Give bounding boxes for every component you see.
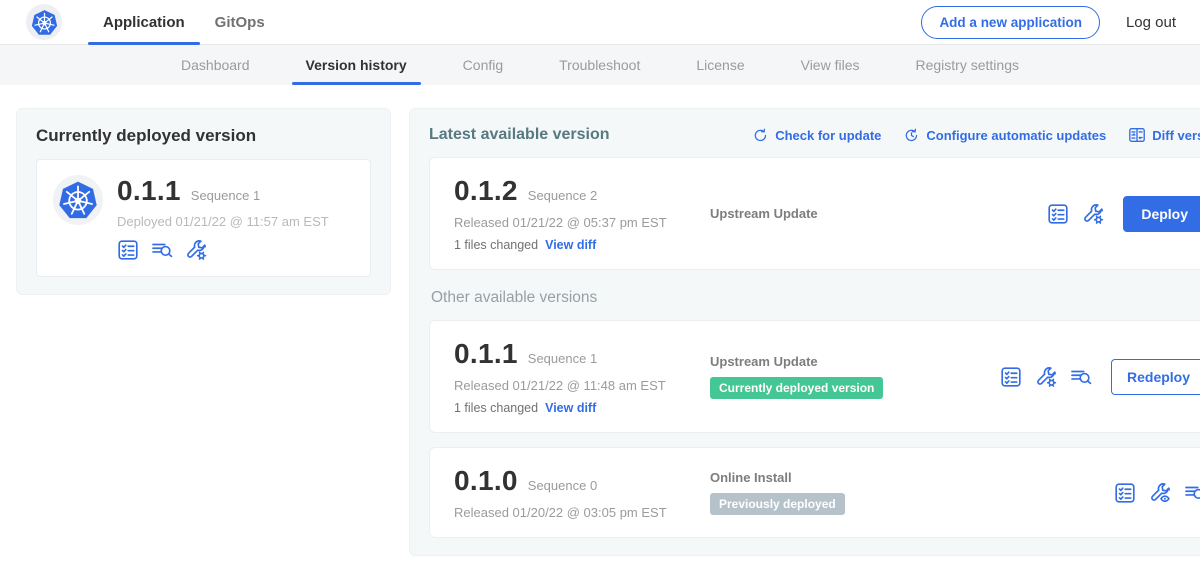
check-for-update-link[interactable]: Check for update (752, 127, 881, 144)
header-tabs: Application GitOps (88, 0, 280, 44)
currently-deployed-title: Currently deployed version (36, 126, 371, 146)
version-source-label: Upstream Update (710, 206, 1000, 221)
app-icon (53, 175, 103, 225)
files-changed-label: 1 files changed (454, 401, 538, 415)
version-number: 0.1.2 (454, 175, 518, 207)
preflight-checklist-icon[interactable] (1114, 482, 1136, 504)
deploy-logs-icon[interactable] (1070, 366, 1092, 388)
preflight-checklist-icon[interactable] (1000, 366, 1022, 388)
subnav-tab-dashboard[interactable]: Dashboard (153, 45, 278, 85)
released-timestamp: Released 01/21/22 @ 11:48 am EST (454, 378, 710, 393)
diff-versions-link[interactable]: Diff versions (1128, 126, 1200, 144)
refresh-icon (752, 127, 769, 144)
deployed-sequence-label: Sequence 1 (191, 188, 260, 203)
subnav-tab-troubleshoot[interactable]: Troubleshoot (531, 45, 668, 85)
deployed-version-number: 0.1.1 (117, 175, 181, 207)
app-subnav: Dashboard Version history Config Trouble… (0, 45, 1200, 85)
kubernetes-wheel-icon (58, 180, 98, 220)
redeploy-button[interactable]: Redeploy (1111, 359, 1200, 395)
version-source-label: Upstream Update (710, 354, 1000, 369)
config-wrench-gear-icon[interactable] (185, 239, 207, 261)
auto-update-clock-icon (903, 127, 920, 144)
currently-deployed-panel: Currently deployed version 0.1.1 Sequenc… (16, 108, 391, 295)
subnav-tab-registry-settings[interactable]: Registry settings (888, 45, 1047, 85)
released-timestamp: Released 01/21/22 @ 05:37 pm EST (454, 215, 710, 230)
files-changed-label: 1 files changed (454, 238, 538, 252)
subnav-tab-version-history[interactable]: Version history (278, 45, 435, 85)
preflight-checklist-icon[interactable] (1047, 203, 1069, 225)
logout-button[interactable]: Log out (1126, 14, 1176, 31)
version-source-label: Online Install (710, 470, 1000, 485)
deployed-timestamp: Deployed 01/21/22 @ 11:57 am EST (117, 214, 329, 229)
version-number: 0.1.1 (454, 338, 518, 370)
sequence-label: Sequence 2 (528, 188, 597, 203)
config-wrench-eye-icon[interactable] (1149, 482, 1171, 504)
preflight-checklist-icon[interactable] (117, 239, 139, 261)
tab-application[interactable]: Application (88, 0, 200, 44)
main-content: Currently deployed version 0.1.1 Sequenc… (0, 85, 1200, 556)
diff-columns-icon (1128, 126, 1146, 144)
app-header: Application GitOps Add a new application… (0, 0, 1200, 45)
configure-automatic-updates-link[interactable]: Configure automatic updates (903, 127, 1106, 144)
header-right: Add a new application Log out (921, 6, 1176, 39)
version-row-0-1-2: 0.1.2 Sequence 2 Released 01/21/22 @ 05:… (429, 157, 1200, 270)
config-wrench-gear-icon[interactable] (1082, 203, 1104, 225)
sequence-label: Sequence 0 (528, 478, 597, 493)
version-history-panel: Latest available version Check for updat… (409, 108, 1200, 556)
add-application-button[interactable]: Add a new application (921, 6, 1100, 39)
app-logo (26, 4, 62, 40)
other-available-title: Other available versions (431, 289, 1200, 307)
latest-available-title: Latest available version (429, 126, 610, 144)
sequence-label: Sequence 1 (528, 351, 597, 366)
kubernetes-wheel-icon (31, 9, 58, 36)
subnav-tab-config[interactable]: Config (435, 45, 531, 85)
deploy-button[interactable]: Deploy (1123, 196, 1200, 232)
version-row-0-1-0: 0.1.0 Sequence 0 Released 01/20/22 @ 03:… (429, 447, 1200, 538)
deployed-version-card: 0.1.1 Sequence 1 Deployed 01/21/22 @ 11:… (36, 159, 371, 277)
config-wrench-gear-icon[interactable] (1035, 366, 1057, 388)
previously-deployed-badge: Previously deployed (710, 493, 845, 515)
tab-gitops[interactable]: GitOps (200, 0, 280, 44)
view-diff-link[interactable]: View diff (545, 238, 596, 252)
version-row-0-1-1: 0.1.1 Sequence 1 Released 01/21/22 @ 11:… (429, 320, 1200, 433)
view-diff-link[interactable]: View diff (545, 401, 596, 415)
subnav-tab-view-files[interactable]: View files (773, 45, 888, 85)
version-number: 0.1.0 (454, 465, 518, 497)
deploy-logs-icon[interactable] (151, 239, 173, 261)
deploy-logs-icon[interactable] (1184, 482, 1200, 504)
currently-deployed-badge: Currently deployed version (710, 377, 883, 399)
released-timestamp: Released 01/20/22 @ 03:05 pm EST (454, 505, 710, 520)
subnav-tab-license[interactable]: License (668, 45, 772, 85)
